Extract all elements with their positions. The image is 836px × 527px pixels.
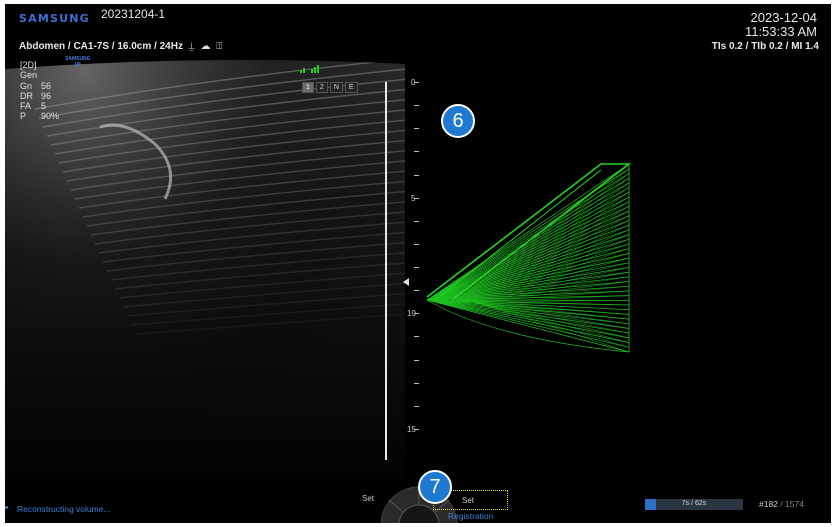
param-value: 96 xyxy=(41,90,52,101)
set-left-label: Set xyxy=(362,494,375,503)
param-value: 5 xyxy=(41,101,47,112)
imaging-parameters: [2D] Gen Gn 56 DR 96 FA 5 P 90% xyxy=(20,60,65,122)
exam-time: 11:53:33 AM xyxy=(744,24,817,39)
thermal-index: TIs 0.2 / TIb 0.2 / MI 1.4 xyxy=(711,41,819,52)
param-key: DR xyxy=(20,90,33,101)
param-row: P 90% xyxy=(20,111,65,121)
mode-tab-1[interactable]: 1 xyxy=(302,82,314,93)
param-row: FA 5 xyxy=(20,101,65,111)
device-logo: SAMSUNG V8 xyxy=(65,56,91,68)
exam-date: 2023-12-04 xyxy=(750,10,818,25)
depth-label: 0 xyxy=(411,78,416,87)
frame-total: / 1574 xyxy=(780,499,804,509)
patient-id: 20231204-1 xyxy=(101,7,166,21)
device-logo-model: V8 xyxy=(74,62,81,68)
annotation-badge-6: 6 xyxy=(441,104,475,138)
param-key: P xyxy=(20,111,27,122)
brand-logo: SAMSUNG xyxy=(19,12,90,25)
param-key: Gn xyxy=(20,80,33,91)
depth-tick xyxy=(414,405,419,407)
status-dot-icon xyxy=(5,506,8,509)
focus-marker-icon[interactable] xyxy=(403,278,409,286)
hand-icon: ⍐ xyxy=(216,41,223,52)
param-key: Gen xyxy=(20,70,38,81)
depth-tick xyxy=(414,382,419,384)
probe-info: Abdomen / CA1-7S / 16.0cm / 24Hz ⍊ ☁ ⍐ xyxy=(19,41,222,52)
frame-counter: #182 / 1574 xyxy=(759,499,804,509)
param-key: [2D] xyxy=(20,60,37,70)
depth-tick xyxy=(414,105,419,107)
param-value xyxy=(41,70,65,80)
scan-cursor-line[interactable] xyxy=(385,82,387,460)
reconstruct-status: Reconstructing volume... xyxy=(17,504,111,514)
depth-label: 15 xyxy=(407,424,416,434)
volume-wireframe xyxy=(426,163,632,353)
mode-tabs: 12NE xyxy=(302,82,358,93)
depth-tick xyxy=(414,128,419,130)
param-value: 56 xyxy=(41,80,52,91)
param-row: Gn 56 xyxy=(20,81,65,91)
param-row: DR 96 xyxy=(20,91,65,101)
cine-progress-text: 7s / 62s xyxy=(681,500,707,507)
probe-icon: ⍊ xyxy=(188,41,195,52)
param-row: Gen xyxy=(20,70,65,80)
mode-tab-n[interactable]: N xyxy=(329,82,343,93)
mode-tab-2[interactable]: 2 xyxy=(315,82,328,93)
power-doppler-icon: ☁ xyxy=(200,41,211,52)
param-row: [2D] xyxy=(20,60,65,70)
bmode-image xyxy=(5,49,405,479)
param-value xyxy=(41,60,65,70)
param-value: 90% xyxy=(41,111,60,122)
ultrasound-screen: SAMSUNG 20231204-1 2023-12-04 11:53:33 A… xyxy=(5,4,831,523)
mode-tab-e[interactable]: E xyxy=(344,82,358,93)
annotation-badge-7: 7 xyxy=(418,470,452,504)
depth-tick xyxy=(414,151,419,153)
set-button-label: Set xyxy=(462,496,475,505)
cine-progress-bar[interactable]: 7s / 62s xyxy=(645,499,743,510)
frame-current: #182 xyxy=(759,499,778,509)
probe-info-text: Abdomen / CA1-7S / 16.0cm / 24Hz xyxy=(19,41,183,52)
param-key: FA xyxy=(20,101,32,112)
registration-label: Registration xyxy=(448,511,494,521)
